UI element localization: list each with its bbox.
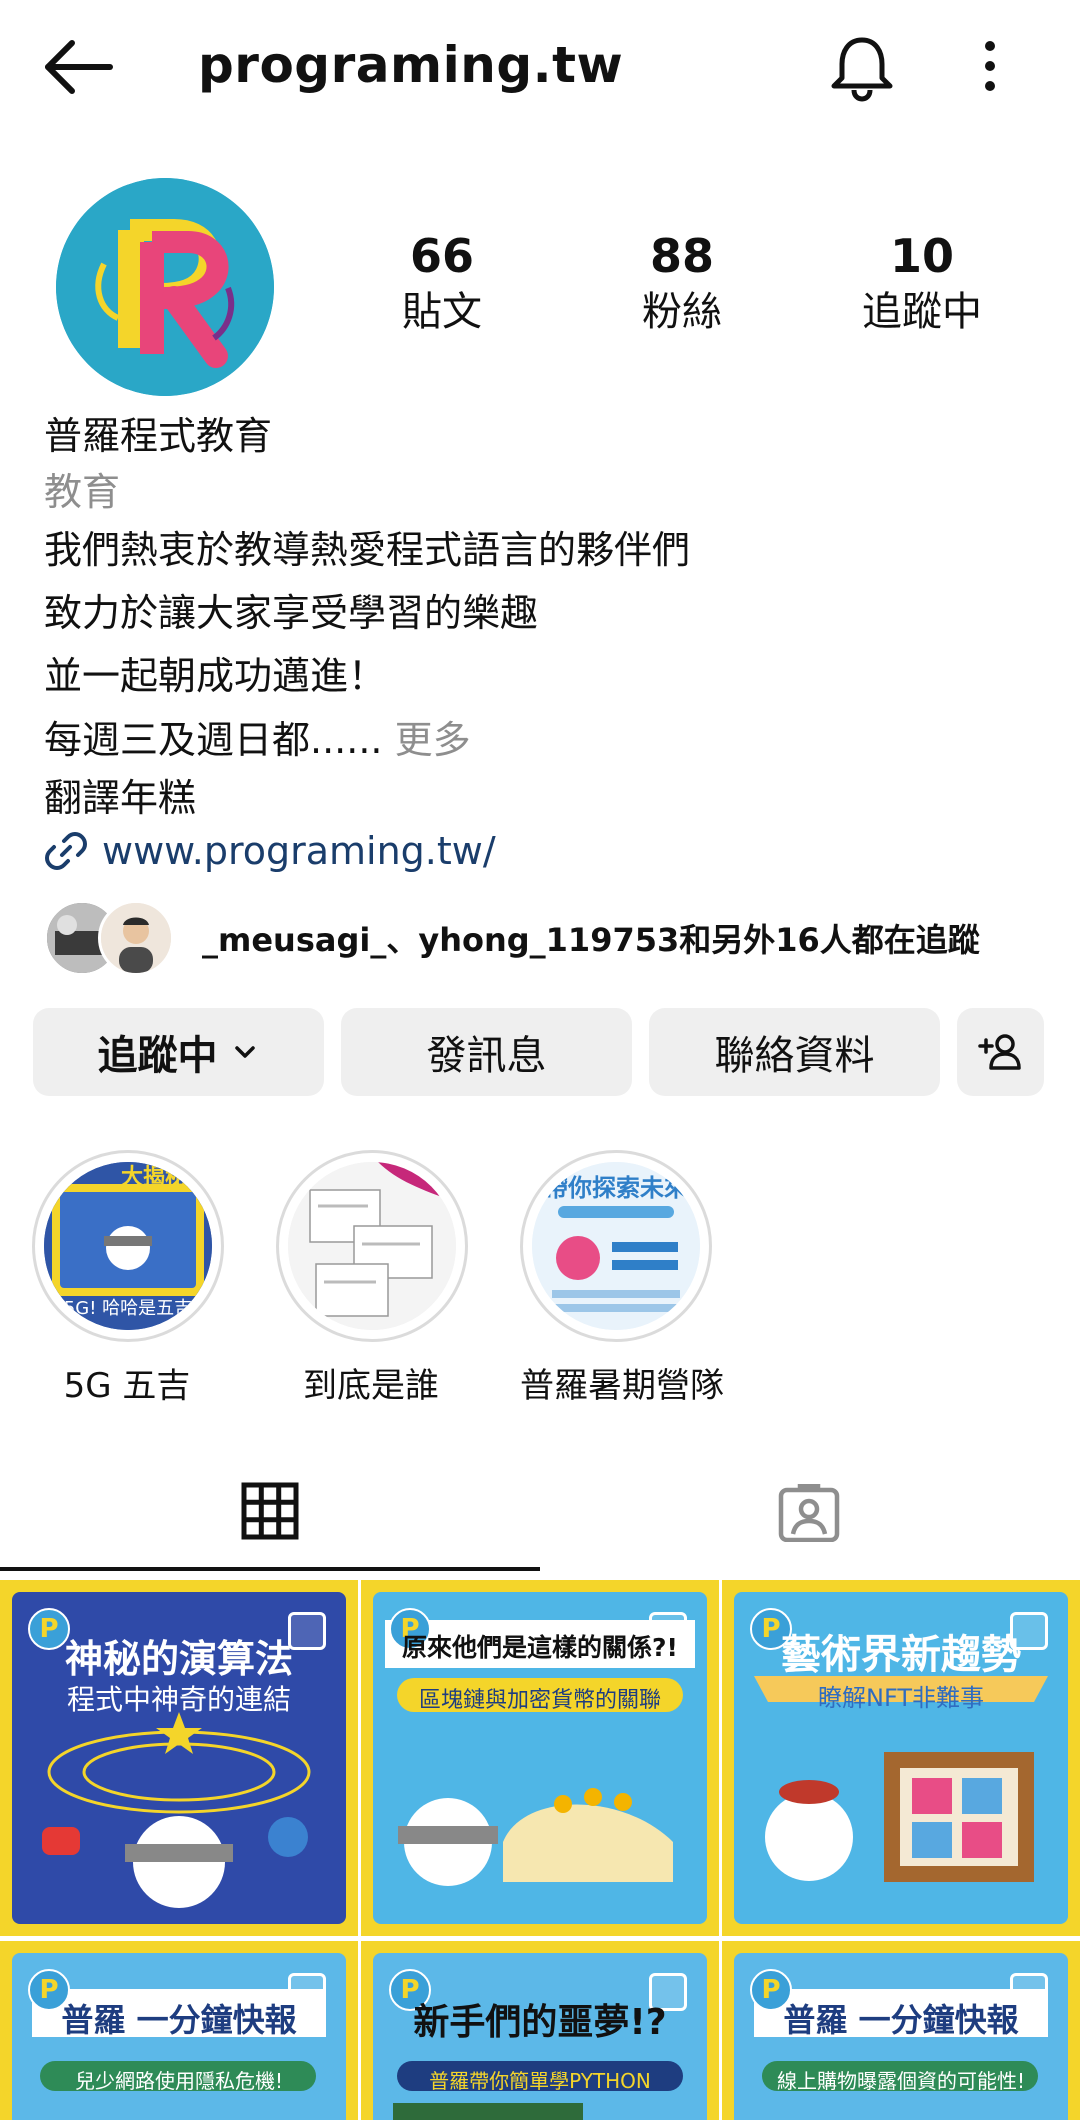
profile-name: 普羅程式教育 — [44, 414, 273, 458]
profile-category: 教育 — [44, 470, 121, 514]
profile-username: programing.tw — [198, 36, 624, 94]
tagged-posts-icon[interactable] — [778, 1484, 840, 1542]
top-bar: programing.tw — [0, 0, 1080, 130]
following-button[interactable]: 追蹤中 — [33, 1008, 324, 1096]
website-link[interactable]: www.programing.tw/ — [44, 826, 496, 876]
post-subtitle: 線上購物曝露個資的可能性! — [776, 2069, 1026, 2093]
post-title: 普羅 一分鐘快報 — [61, 2001, 297, 2039]
back-arrow-icon[interactable] — [40, 32, 120, 102]
stat-followers-label: 粉絲 — [642, 289, 722, 335]
contact-button[interactable]: 聯絡資料 — [649, 1008, 940, 1096]
post-image: P 新手們的噩夢!? 普羅帶你簡單學PYTHON — [373, 1953, 707, 2120]
message-button-label: 發訊息 — [426, 1033, 547, 1079]
notification-bell-icon[interactable] — [826, 32, 898, 104]
stat-posts-label: 貼文 — [402, 289, 482, 335]
highlight-cover — [288, 1162, 456, 1330]
svg-text:帶你探索未來: 帶你探索未來 — [544, 1174, 688, 1202]
post-title: 神秘的演算法 — [64, 1637, 293, 1681]
highlight-5g[interactable]: 大揭秘 5G! 哈哈是五吉 5G 五吉 — [32, 1150, 224, 1407]
highlight-cover: 帶你探索未來 — [532, 1162, 700, 1330]
post-tile[interactable]: P 新手們的噩夢!? 普羅帶你簡單學PYTHON — [361, 1941, 719, 2120]
post-title: 新手們的噩夢!? — [413, 2002, 667, 2043]
highlight-label: 5G 五吉 — [63, 1366, 191, 1406]
stat-posts[interactable]: 66 貼文 — [342, 228, 542, 340]
translate-link[interactable]: 翻譯年糕 — [44, 776, 196, 820]
post-subtitle: 兒少網路使用隱私危機! — [74, 2069, 284, 2093]
mutual-followers-text: _meusagi_、yhong_119753和另外16人都在追蹤 — [202, 921, 980, 959]
stat-posts-count: 66 — [409, 229, 474, 283]
contact-button-label: 聯絡資料 — [714, 1033, 875, 1079]
stat-following-label: 追蹤中 — [862, 289, 982, 335]
suggest-people-button[interactable] — [957, 1008, 1044, 1096]
highlight-who[interactable]: 到底是誰 — [276, 1150, 468, 1407]
post-tile[interactable]: P 藝術界新趨勢 瞭解NFT非難事 — [722, 1580, 1080, 1936]
post-subtitle: 普羅帶你簡單學PYTHON — [429, 2069, 651, 2093]
link-icon — [45, 832, 87, 870]
more-options-icon[interactable] — [970, 36, 1010, 96]
svg-text:大揭秘: 大揭秘 — [121, 1164, 187, 1190]
post-tile[interactable]: P 普羅 一分鐘快報 兒少網路使用隱私危機! — [0, 1941, 358, 2120]
post-subtitle: 瞭解NFT非難事 — [818, 1684, 984, 1712]
post-image: P 原來他們是這樣的關係?! 區塊鏈與加密貨幣的關聯 — [373, 1592, 707, 1924]
highlight-ring: 大揭秘 5G! 哈哈是五吉 — [32, 1150, 224, 1342]
post-image: P 普羅 一分鐘快報 兒少網路使用隱私危機! — [12, 1953, 346, 2120]
grid-posts-icon[interactable] — [241, 1482, 299, 1540]
mutual-followers[interactable]: _meusagi_、yhong_119753和另外16人都在追蹤 — [44, 900, 980, 976]
highlight-label: 到底是誰 — [303, 1366, 439, 1406]
following-button-label: 追蹤中 — [97, 1033, 218, 1079]
post-tile[interactable]: P 普羅 一分鐘快報 線上購物曝露個資的可能性! — [722, 1941, 1080, 2120]
follower-avatar — [98, 900, 174, 976]
post-subtitle: 程式中神奇的連結 — [66, 1683, 291, 1716]
brand-logo — [56, 178, 274, 396]
website-url: www.programing.tw/ — [102, 829, 496, 873]
bio-truncated-text: 每週三及週日都...... — [44, 718, 383, 762]
profile-avatar[interactable] — [56, 178, 274, 396]
post-subtitle: 區塊鏈與加密貨幣的關聯 — [418, 1688, 661, 1713]
posts-grid: P 神秘的演算法 程式中神奇的連結 P 原來他們是這樣的關係?! 區塊鏈與加密貨… — [0, 1580, 1080, 2120]
bio-line: 致力於讓大家享受學習的樂趣 — [44, 591, 539, 635]
bio-more-link[interactable]: 更多 — [395, 718, 471, 762]
highlight-ring — [276, 1150, 468, 1342]
stat-following-count: 10 — [889, 229, 954, 283]
svg-text:5G! 哈哈是五吉: 5G! 哈哈是五吉 — [64, 1298, 192, 1319]
post-tile[interactable]: P 神秘的演算法 程式中神奇的連結 — [0, 1580, 358, 1936]
bio-truncated-line: 每週三及週日都...... 更多 — [44, 718, 471, 762]
stat-following[interactable]: 10 追蹤中 — [822, 228, 1022, 340]
post-image: P 普羅 一分鐘快報 線上購物曝露個資的可能性! — [734, 1953, 1068, 2120]
post-tile[interactable]: P 原來他們是這樣的關係?! 區塊鏈與加密貨幣的關聯 — [361, 1580, 719, 1936]
post-title: 原來他們是這樣的關係?! — [402, 1633, 678, 1662]
highlight-cover: 大揭秘 5G! 哈哈是五吉 — [44, 1162, 212, 1330]
message-button[interactable]: 發訊息 — [341, 1008, 632, 1096]
bio-line: 我們熱衷於教導熱愛程式語言的夥伴們 — [44, 528, 691, 572]
stat-followers-count: 88 — [649, 229, 714, 283]
active-tab-indicator — [0, 1567, 540, 1571]
post-title: 藝術界新趨勢 — [781, 1632, 1021, 1678]
post-title: 普羅 一分鐘快報 — [783, 2001, 1019, 2039]
post-image: P 藝術界新趨勢 瞭解NFT非難事 — [734, 1592, 1068, 1924]
highlight-label: 普羅暑期營隊 — [520, 1366, 724, 1406]
highlight-ring: 帶你探索未來 — [520, 1150, 712, 1342]
post-image: P 神秘的演算法 程式中神奇的連結 — [12, 1592, 346, 1924]
profile-tabs — [0, 1440, 1080, 1572]
highlight-summer-camp[interactable]: 帶你探索未來 普羅暑期營隊 — [520, 1150, 724, 1407]
bio-line: 並一起朝成功邁進！ — [44, 654, 387, 698]
stat-followers[interactable]: 88 粉絲 — [582, 228, 782, 340]
add-person-icon — [977, 1034, 1021, 1070]
chevron-down-icon — [234, 1046, 255, 1058]
